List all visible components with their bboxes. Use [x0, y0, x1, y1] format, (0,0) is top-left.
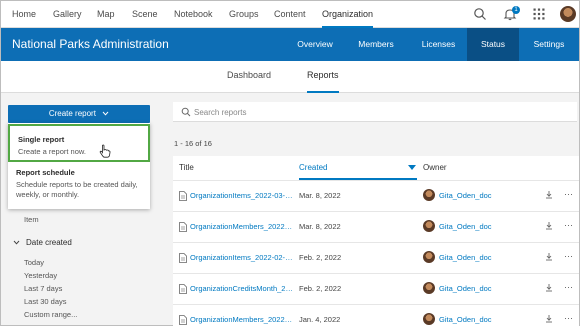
- report-title-link[interactable]: OrganizationItems_2022-03-08: [190, 191, 293, 200]
- owner-link[interactable]: Gita_Oden_doc: [439, 284, 492, 293]
- nav-content[interactable]: Content: [274, 1, 306, 28]
- search-icon[interactable]: [473, 7, 487, 21]
- filter-option-item[interactable]: Item: [24, 215, 39, 224]
- created-date: Mar. 8, 2022: [299, 191, 341, 200]
- create-report-button[interactable]: Create report: [8, 105, 150, 123]
- search-icon: [181, 107, 191, 119]
- owner-link[interactable]: Gita_Oden_doc: [439, 191, 492, 200]
- search-reports-bar: [173, 102, 577, 122]
- create-report-label: Create report: [48, 109, 96, 118]
- report-title-link[interactable]: OrganizationCreditsMonth_2022-02-02: [190, 284, 293, 293]
- document-icon: [179, 284, 187, 296]
- results-count: 1 - 16 of 16: [174, 139, 212, 148]
- nav-scene[interactable]: Scene: [132, 1, 158, 28]
- more-options-icon[interactable]: ···: [564, 251, 573, 261]
- table-row[interactable]: OrganizationItems_2022-03-08 Mar. 8, 202…: [173, 180, 579, 211]
- nav-groups[interactable]: Groups: [229, 1, 259, 28]
- document-icon: [179, 253, 187, 265]
- owner-link[interactable]: Gita_Oden_doc: [439, 222, 492, 231]
- download-icon[interactable]: [545, 283, 553, 294]
- sort-descending-icon[interactable]: [408, 165, 416, 170]
- menu-item-description-line: weekly, or monthly.: [16, 190, 80, 199]
- tab-settings[interactable]: Settings: [519, 28, 579, 61]
- table-row[interactable]: OrganizationItems_2022-02-02 Feb. 2, 202…: [173, 242, 579, 273]
- date-option-today[interactable]: Today: [24, 258, 44, 267]
- menu-item-description-line: Schedule reports to be created daily,: [16, 180, 138, 189]
- menu-item-title: Single report: [18, 135, 65, 144]
- tab-overview[interactable]: Overview: [288, 28, 342, 61]
- status-subtabs: Dashboard Reports: [1, 61, 579, 93]
- column-header-created[interactable]: Created: [299, 156, 417, 180]
- table-row[interactable]: OrganizationMembers_2022-01-04 Jan. 4, 2…: [173, 304, 579, 326]
- tab-members[interactable]: Members: [342, 28, 410, 61]
- created-date: Feb. 2, 2022: [299, 284, 342, 293]
- column-header-owner[interactable]: Owner: [423, 156, 447, 180]
- download-icon[interactable]: [545, 252, 553, 263]
- owner-avatar: [423, 220, 435, 232]
- notification-badge: 1: [512, 6, 520, 14]
- table-row[interactable]: OrganizationMembers_2022-03-08 Mar. 8, 2…: [173, 211, 579, 242]
- more-options-icon[interactable]: ···: [564, 220, 573, 230]
- organization-header: National Parks Administration Overview M…: [1, 28, 579, 61]
- created-date: Jan. 4, 2022: [299, 315, 341, 324]
- top-navigation: Home Gallery Map Scene Notebook Groups C…: [1, 1, 579, 28]
- nav-organization[interactable]: Organization: [322, 1, 374, 28]
- report-title-link[interactable]: OrganizationMembers_2022-03-08: [190, 222, 293, 231]
- date-option-custom-range[interactable]: Custom range...: [24, 310, 77, 319]
- owner-avatar: [423, 313, 435, 325]
- menu-item-description: Create a report now.: [18, 147, 86, 156]
- document-icon: [179, 315, 187, 326]
- nav-map[interactable]: Map: [97, 1, 115, 28]
- chevron-down-icon: [102, 105, 109, 123]
- pointer-hand-cursor-icon: [99, 144, 111, 160]
- menu-item-title: Report schedule: [16, 168, 75, 177]
- date-created-label: Date created: [26, 238, 72, 247]
- search-reports-input[interactable]: [194, 102, 564, 122]
- document-icon: [179, 222, 187, 234]
- created-date: Mar. 8, 2022: [299, 222, 341, 231]
- more-options-icon[interactable]: ···: [564, 282, 573, 292]
- nav-home[interactable]: Home: [12, 1, 36, 28]
- menu-item-report-schedule[interactable]: Report schedule Schedule reports to be c…: [8, 168, 150, 208]
- subtab-dashboard[interactable]: Dashboard: [227, 61, 271, 93]
- nav-gallery[interactable]: Gallery: [53, 1, 82, 28]
- report-title-link[interactable]: OrganizationMembers_2022-01-04: [190, 315, 293, 324]
- subtab-reports[interactable]: Reports: [307, 61, 339, 93]
- document-icon: [179, 191, 187, 203]
- nav-notebook[interactable]: Notebook: [174, 1, 213, 28]
- date-option-last-30-days[interactable]: Last 30 days: [24, 297, 67, 306]
- date-option-yesterday[interactable]: Yesterday: [24, 271, 57, 280]
- download-icon[interactable]: [545, 314, 553, 325]
- download-icon[interactable]: [545, 190, 553, 201]
- date-option-last-7-days[interactable]: Last 7 days: [24, 284, 62, 293]
- menu-item-single-report[interactable]: Single report Create a report now.: [8, 124, 150, 162]
- table-row[interactable]: OrganizationCreditsMonth_2022-02-02 Feb.…: [173, 273, 579, 304]
- column-header-created-label: Created: [299, 163, 328, 172]
- owner-link[interactable]: Gita_Oden_doc: [439, 315, 492, 324]
- report-title-link[interactable]: OrganizationItems_2022-02-02: [190, 253, 293, 262]
- owner-link[interactable]: Gita_Oden_doc: [439, 253, 492, 262]
- owner-avatar: [423, 189, 435, 201]
- more-options-icon[interactable]: ···: [564, 189, 573, 199]
- more-options-icon[interactable]: ···: [564, 313, 573, 323]
- owner-avatar: [423, 251, 435, 263]
- app-launcher-icon[interactable]: [532, 7, 546, 21]
- owner-avatar: [423, 282, 435, 294]
- chevron-down-icon: [13, 240, 20, 247]
- user-avatar[interactable]: [560, 6, 576, 22]
- download-icon[interactable]: [545, 221, 553, 232]
- date-created-filter-header[interactable]: Date created: [13, 238, 72, 247]
- created-date: Feb. 2, 2022: [299, 253, 342, 262]
- create-report-menu: Single report Create a report now. Repor…: [8, 123, 150, 209]
- organization-title: National Parks Administration: [12, 37, 169, 51]
- tab-status[interactable]: Status: [467, 28, 519, 61]
- reports-table: Title Created Owner OrganizationItems_20…: [173, 156, 579, 326]
- tab-licenses[interactable]: Licenses: [410, 28, 467, 61]
- column-header-title[interactable]: Title: [179, 156, 194, 180]
